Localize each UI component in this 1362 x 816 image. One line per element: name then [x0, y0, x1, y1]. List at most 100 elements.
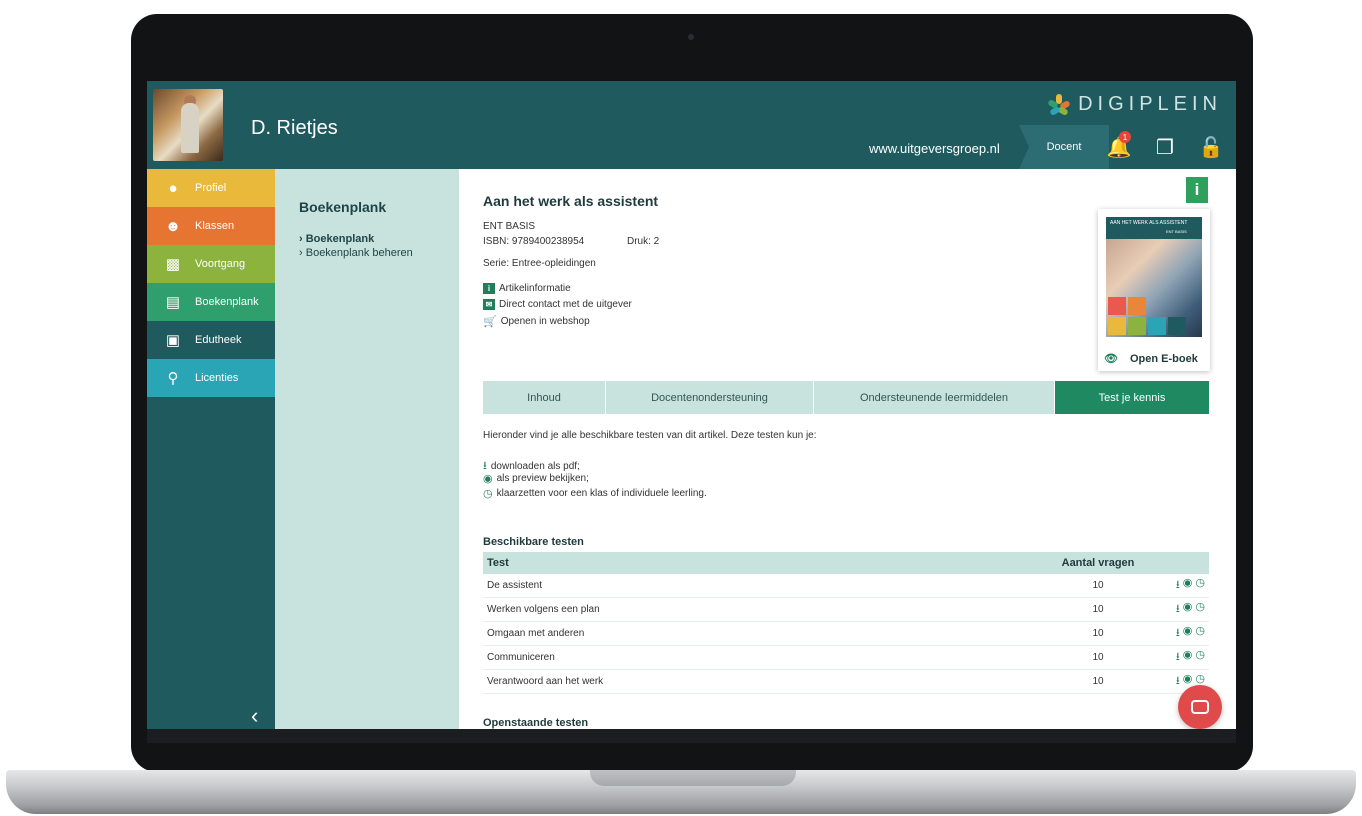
eye-icon[interactable]: ◉	[1183, 624, 1193, 643]
link-label: Openen in webshop	[500, 316, 590, 327]
question-count: 10	[1092, 580, 1104, 591]
sidebar-item-voortgang[interactable]: ▩ Voortgang	[147, 245, 275, 283]
notifications-button[interactable]: 🔔 1	[1099, 125, 1139, 169]
subnav-item-label: Boekenplank beheren	[305, 247, 413, 259]
sidebar-item-label: Boekenplank	[195, 296, 259, 308]
top-header: D. Rietjes DIGIPLEIN www.uitgeversgroep.…	[147, 81, 1236, 169]
laptop-chin	[147, 729, 1236, 743]
table-row: De assistent 10 ⭳ ◉ ◷	[483, 574, 1209, 598]
question-count: 10	[1092, 628, 1104, 639]
link-label: Direct contact met de uitgever	[499, 299, 632, 310]
puzzle-icon: ▣	[165, 332, 181, 349]
person-icon: ●	[168, 179, 178, 197]
download-icon[interactable]: ⭳	[1176, 672, 1180, 691]
chat-button[interactable]	[1178, 685, 1222, 729]
notification-badge: 1	[1119, 131, 1131, 143]
tab-bar: Inhoud Docentenondersteuning Ondersteune…	[483, 381, 1209, 414]
subnav: Boekenplank › Boekenplank › Boekenplank …	[275, 169, 459, 729]
chevron-right-icon: ›	[299, 247, 303, 259]
site-url-link[interactable]: www.uitgeversgroep.nl	[869, 141, 1000, 156]
link-label: Artikelinformatie	[499, 283, 571, 294]
tab-ondersteunende-leermiddelen[interactable]: Ondersteunende leermiddelen	[814, 381, 1055, 414]
tab-docentenondersteuning[interactable]: Docentenondersteuning	[606, 381, 814, 414]
messages-button[interactable]: ❐	[1145, 125, 1185, 169]
clock-icon: ◷	[483, 488, 493, 500]
copy-icon: ❐	[1156, 136, 1174, 159]
eye-icon[interactable]: ◉	[1183, 576, 1193, 595]
logout-button[interactable]: 🔓	[1191, 125, 1231, 169]
mail-icon: ✉	[483, 299, 495, 310]
main-content: Aan het werk als assistent ENT BASIS ISB…	[459, 169, 1236, 729]
webshop-link[interactable]: 🛒 Openen in webshop	[483, 315, 590, 328]
sidebar-item-licenties[interactable]: ⚲ Licenties	[147, 359, 275, 397]
sidebar-item-profiel[interactable]: ● Profiel	[147, 169, 275, 207]
question-count: 10	[1092, 676, 1104, 687]
open-ebook-button[interactable]: 👁 Open E-boek	[1104, 352, 1198, 366]
group-icon: ☻	[165, 217, 181, 235]
table-row: Communiceren 10 ⭳ ◉ ◷	[483, 646, 1209, 670]
download-icon[interactable]: ⭳	[1176, 624, 1180, 643]
sidebar-item-edutheek[interactable]: ▣ Edutheek	[147, 321, 275, 359]
eye-icon[interactable]: ◉	[1183, 600, 1193, 619]
clock-icon[interactable]: ◷	[1195, 600, 1205, 619]
open-ebook-label: Open E-boek	[1129, 352, 1198, 365]
avatar[interactable]	[153, 89, 223, 161]
download-icon[interactable]: ⭳	[1176, 600, 1180, 619]
contact-uitgever-link[interactable]: ✉ Direct contact met de uitgever	[483, 299, 632, 310]
tab-inhoud[interactable]: Inhoud	[483, 381, 606, 414]
intro-text: Hieronder vind je alle beschikbare teste…	[483, 430, 817, 441]
clock-icon[interactable]: ◷	[1195, 624, 1205, 643]
subnav-item-boekenplank[interactable]: › Boekenplank	[299, 233, 459, 245]
eye-icon[interactable]: ◉	[1183, 648, 1193, 667]
col-test: Test	[487, 557, 509, 569]
sidebar-item-label: Voortgang	[195, 258, 246, 270]
tab-test-je-kennis[interactable]: Test je kennis	[1055, 381, 1209, 414]
sidebar-item-label: Profiel	[195, 182, 227, 194]
subnav-item-label: Boekenplank	[305, 233, 375, 245]
eye-icon: 👁	[1104, 353, 1118, 365]
table-row: Werken volgens een plan 10 ⭳ ◉ ◷	[483, 598, 1209, 622]
info-button[interactable]: i	[1186, 177, 1208, 203]
col-count: Aantal vragen	[1061, 557, 1135, 569]
camera-dot	[688, 34, 694, 40]
digiplein-logo-icon	[1047, 93, 1071, 116]
sidebar-item-boekenplank[interactable]: ▤ Boekenplank	[147, 283, 285, 321]
download-icon[interactable]: ⭳	[1176, 648, 1180, 667]
key-icon: ⚲	[167, 370, 179, 387]
option-label: als preview bekijken;	[496, 473, 589, 484]
sidebar: ● Profiel ☻ Klassen ▩ Voortgang ▤ Boeken…	[147, 169, 285, 729]
clock-icon[interactable]: ◷	[1195, 576, 1205, 595]
book-cover[interactable]: AAN HET WERK ALS ASSISTENT ENT BASIS 👁 O…	[1098, 209, 1210, 371]
book-edition: Druk: 2	[627, 236, 660, 247]
option-preview: ◉ als preview bekijken;	[483, 472, 589, 485]
cart-icon: 🛒	[483, 316, 497, 328]
sidebar-item-klassen[interactable]: ☻ Klassen	[147, 207, 275, 245]
test-name: De assistent	[487, 580, 543, 591]
collapse-sidebar-button[interactable]: ‹	[251, 703, 258, 729]
option-label: klaarzetten voor een klas of individuele…	[496, 488, 707, 499]
lock-icon: 🔓	[1198, 136, 1224, 159]
question-count: 10	[1092, 652, 1104, 663]
download-icon[interactable]: ⭳	[1176, 576, 1180, 595]
question-count: 10	[1092, 604, 1104, 615]
subnav-item-beheren[interactable]: › Boekenplank beheren	[299, 247, 459, 259]
sidebar-item-label: Licenties	[195, 372, 239, 384]
sidebar-item-label: Klassen	[195, 220, 235, 232]
option-label: downloaden als pdf;	[490, 461, 580, 472]
artikelinformatie-link[interactable]: i Artikelinformatie	[483, 283, 571, 294]
cover-subtitle: ENT BASIS	[1166, 229, 1187, 234]
brand-name: DIGIPLEIN	[1078, 93, 1222, 115]
role-tab[interactable]: Docent	[1019, 125, 1109, 169]
chat-icon	[1191, 700, 1209, 714]
chevron-right-icon: ›	[299, 233, 303, 245]
user-name: D. Rietjes	[251, 117, 338, 139]
table-row: Verantwoord aan het werk 10 ⭳ ◉ ◷	[483, 670, 1209, 694]
brand: DIGIPLEIN	[1047, 93, 1222, 116]
chart-icon: ▩	[165, 256, 181, 273]
cover-photo	[1106, 239, 1202, 337]
cover-header: AAN HET WERK ALS ASSISTENT ENT BASIS	[1106, 217, 1202, 239]
book-title: Aan het werk als assistent	[483, 193, 659, 209]
book-isbn: ISBN: 9789400238954	[483, 236, 585, 247]
sidebar-item-label: Edutheek	[195, 334, 242, 346]
clock-icon[interactable]: ◷	[1195, 648, 1205, 667]
